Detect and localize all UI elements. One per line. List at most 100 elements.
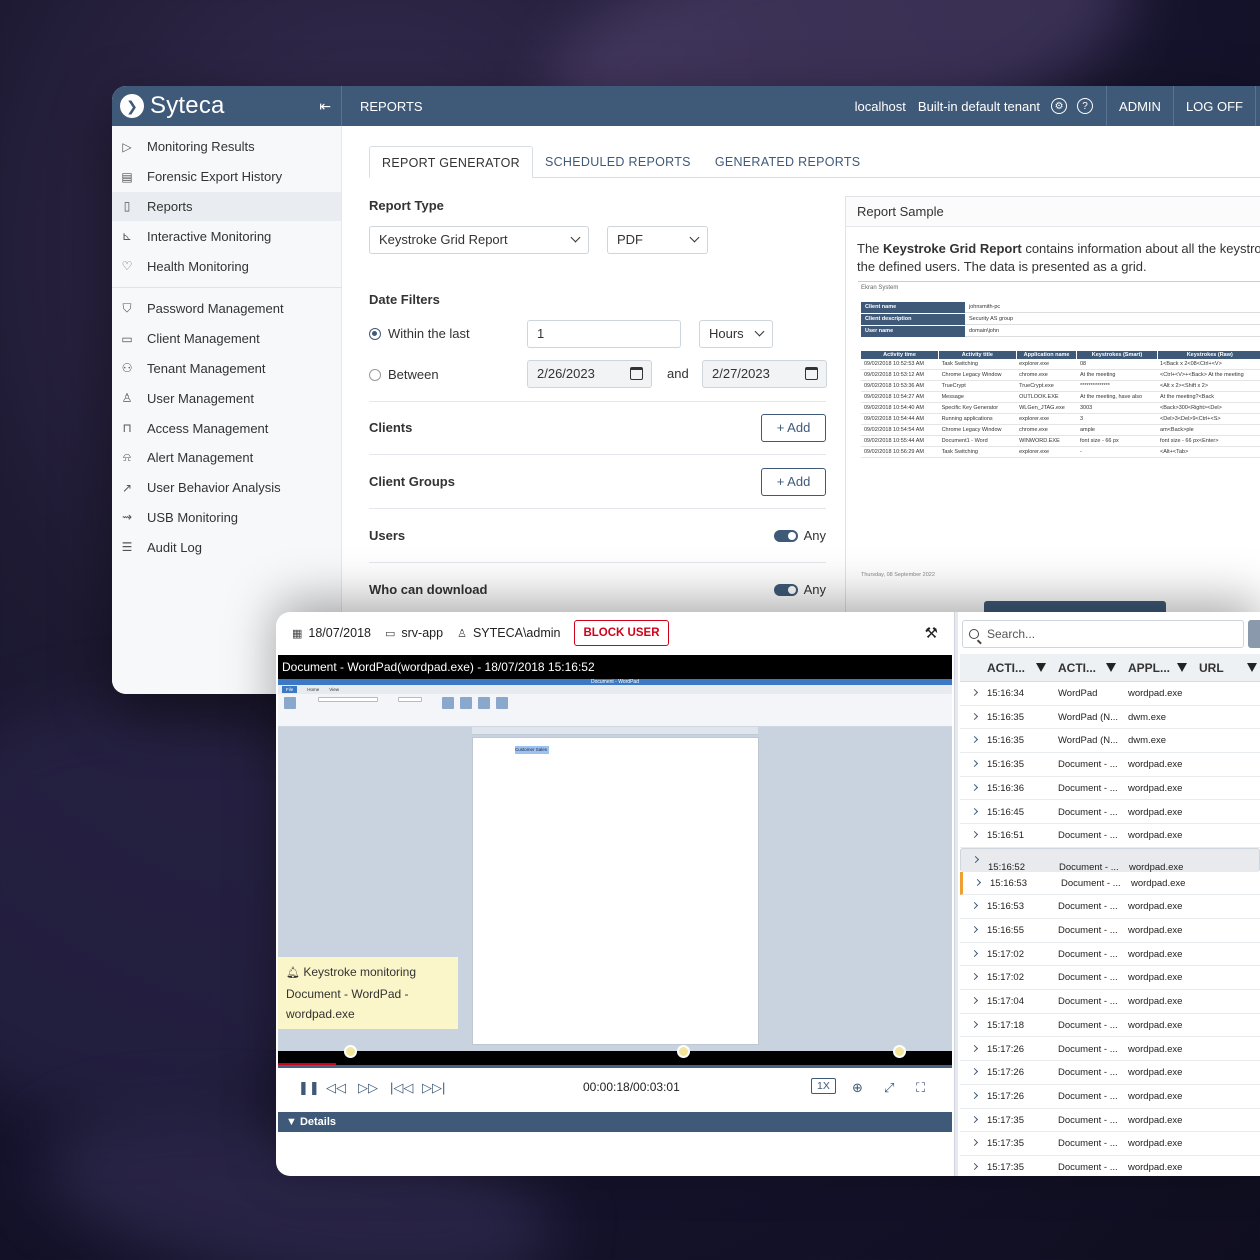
table-row[interactable]: 15:17:18 Document - ... wordpad.exe: [960, 1014, 1260, 1038]
filter-icon[interactable]: [1036, 663, 1046, 672]
users-any-toggle[interactable]: [774, 530, 798, 542]
chevron-right-icon[interactable]: [971, 855, 980, 863]
table-row[interactable]: 15:17:26 Document - ... wordpad.exe: [960, 1038, 1260, 1062]
sidebar-item-password-management[interactable]: ⛉ Password Management: [112, 294, 341, 324]
table-row[interactable]: 15:17:02 Document - ... wordpad.exe: [960, 943, 1260, 967]
rewind-icon[interactable]: ◁◁: [326, 1080, 346, 1096]
wrench-icon[interactable]: ⚒: [925, 624, 938, 642]
tab-generated-reports[interactable]: GENERATED REPORTS: [703, 146, 873, 177]
table-row[interactable]: 15:16:45 Document - ... wordpad.exe: [960, 801, 1260, 825]
timeline-alert-marker[interactable]: [893, 1045, 906, 1058]
timeline[interactable]: [278, 1045, 952, 1066]
table-row[interactable]: 15:16:35 WordPad (N... dwm.exe: [960, 729, 1260, 754]
sidebar-item-audit-log[interactable]: ☰ Audit Log: [112, 532, 341, 562]
chevron-right-icon[interactable]: [970, 973, 979, 981]
sidebar-item-access-management[interactable]: ⊓ Access Management: [112, 413, 341, 443]
chevron-right-icon[interactable]: [970, 1020, 979, 1028]
search-input[interactable]: Search...: [962, 620, 1244, 648]
date-to-input[interactable]: 2/27/2023: [702, 360, 827, 388]
report-type-select[interactable]: Keystroke Grid Report: [369, 226, 589, 254]
column-header[interactable]: ACTI...: [1058, 661, 1096, 675]
table-row[interactable]: 15:16:53 Document - ... wordpad.exe: [960, 895, 1260, 919]
sidebar-item-user-behavior[interactable]: ↗ User Behavior Analysis: [112, 473, 341, 503]
chevron-right-icon[interactable]: [970, 831, 979, 839]
skip-forward-icon[interactable]: ▷▷|: [422, 1080, 445, 1096]
chevron-right-icon[interactable]: [970, 807, 979, 815]
sidebar-item-client-management[interactable]: ▭ Client Management: [112, 324, 341, 354]
chevron-right-icon[interactable]: [970, 760, 979, 768]
chevron-right-icon[interactable]: [970, 1068, 979, 1076]
chevron-right-icon[interactable]: [970, 712, 979, 720]
date-from-input[interactable]: 2/26/2023: [527, 360, 652, 388]
table-row[interactable]: 15:16:35 WordPad (N... dwm.exe: [960, 706, 1260, 730]
sidebar-item-alert-management[interactable]: ⍾ Alert Management: [112, 443, 341, 473]
zoom-icon[interactable]: ⊕: [852, 1080, 863, 1096]
table-row[interactable]: 15:16:52 Document - ... wordpad.exe: [960, 847, 1260, 873]
add-clients-button[interactable]: + Add: [761, 414, 826, 442]
sidebar-item-forensic-export[interactable]: ▤ Forensic Export History: [112, 162, 341, 192]
chevron-right-icon[interactable]: [973, 878, 982, 886]
chevron-right-icon[interactable]: [970, 949, 979, 957]
table-row[interactable]: 15:16:55 Document - ... wordpad.exe: [960, 919, 1260, 943]
sidebar-item-reports[interactable]: ▯ Reports: [112, 191, 341, 222]
collapse-sidebar-icon[interactable]: ⇤: [319, 98, 331, 115]
timeline-alert-marker[interactable]: [677, 1045, 690, 1058]
table-row[interactable]: 15:17:04 Document - ... wordpad.exe: [960, 990, 1260, 1014]
table-row[interactable]: 15:17:35 Document - ... wordpad.exe: [960, 1132, 1260, 1156]
filter-icon[interactable]: [1106, 663, 1116, 672]
help-icon[interactable]: ?: [1077, 98, 1094, 114]
tab-scheduled-reports[interactable]: SCHEDULED REPORTS: [533, 146, 703, 177]
details-bar[interactable]: ▼ Details: [278, 1112, 952, 1132]
table-row[interactable]: 15:17:02 Document - ... wordpad.exe: [960, 966, 1260, 991]
tab-report-generator[interactable]: REPORT GENERATOR: [369, 146, 533, 178]
table-row[interactable]: 15:17:26 Document - ... wordpad.exe: [960, 1085, 1260, 1109]
sidebar-item-interactive-monitoring[interactable]: ⊾ Interactive Monitoring: [112, 221, 341, 251]
chevron-right-icon[interactable]: [970, 736, 979, 744]
between-radio[interactable]: Between: [369, 367, 439, 382]
column-header[interactable]: URL: [1199, 661, 1224, 675]
chevron-right-icon[interactable]: [970, 688, 979, 697]
time-unit-select[interactable]: Hours: [699, 320, 773, 348]
format-select[interactable]: PDF: [607, 226, 708, 254]
chevron-right-icon[interactable]: [970, 1044, 979, 1052]
add-client-groups-button[interactable]: + Add: [761, 468, 826, 496]
chevron-right-icon[interactable]: [970, 783, 979, 791]
speed-button[interactable]: 1X: [811, 1078, 836, 1094]
calendar-icon[interactable]: [630, 367, 643, 380]
download-any-toggle[interactable]: [774, 584, 798, 596]
fast-forward-icon[interactable]: ▷▷: [358, 1080, 378, 1096]
table-row[interactable]: 15:16:53 Document - ... wordpad.exe: [960, 871, 1260, 896]
table-row[interactable]: 15:17:35 Document - ... wordpad.exe: [960, 1156, 1260, 1176]
table-row[interactable]: 15:17:26 Document - ... wordpad.exe: [960, 1061, 1260, 1085]
sidebar-item-user-management[interactable]: ♙ User Management: [112, 383, 341, 413]
chevron-right-icon[interactable]: [970, 1139, 979, 1147]
logoff-button[interactable]: LOG OFF: [1172, 86, 1255, 126]
within-radio[interactable]: Within the last: [369, 326, 470, 341]
chevron-right-icon[interactable]: [970, 1162, 979, 1171]
sidebar-item-monitoring-results[interactable]: ▷ Monitoring Results: [112, 132, 341, 162]
search-button[interactable]: [1248, 620, 1260, 648]
pause-icon[interactable]: ❚❚: [298, 1080, 320, 1096]
gear-icon[interactable]: ⚙: [1051, 98, 1068, 114]
table-row[interactable]: 15:16:34 WordPad wordpad.exe: [960, 682, 1260, 706]
block-user-button[interactable]: BLOCK USER: [574, 620, 669, 646]
sidebar-item-usb-monitoring[interactable]: ⇝ USB Monitoring: [112, 503, 341, 533]
tenant-name[interactable]: Built-in default tenant: [912, 99, 1046, 114]
table-row[interactable]: 15:16:51 Document - ... wordpad.exe: [960, 824, 1260, 848]
filter-icon[interactable]: [1177, 663, 1187, 672]
calendar-icon[interactable]: [805, 367, 818, 380]
table-row[interactable]: 15:17:35 Document - ... wordpad.exe: [960, 1109, 1260, 1133]
table-row[interactable]: 15:16:35 Document - ... wordpad.exe: [960, 753, 1260, 777]
column-header[interactable]: APPL...: [1128, 661, 1170, 675]
expand-icon[interactable]: ⤢: [884, 1080, 894, 1096]
filter-icon[interactable]: [1247, 663, 1257, 672]
column-header[interactable]: ACTI...: [987, 661, 1025, 675]
sidebar-item-tenant-management[interactable]: ⚇ Tenant Management: [112, 354, 341, 384]
chevron-right-icon[interactable]: [970, 1091, 979, 1099]
timeline-alert-marker[interactable]: [344, 1045, 357, 1058]
chevron-right-icon[interactable]: [970, 997, 979, 1005]
within-value-input[interactable]: 1: [527, 320, 681, 348]
fullscreen-icon[interactable]: ⛶: [916, 1080, 925, 1096]
skip-back-icon[interactable]: |◁◁: [390, 1080, 413, 1096]
sidebar-item-health-monitoring[interactable]: ♡ Health Monitoring: [112, 251, 341, 281]
